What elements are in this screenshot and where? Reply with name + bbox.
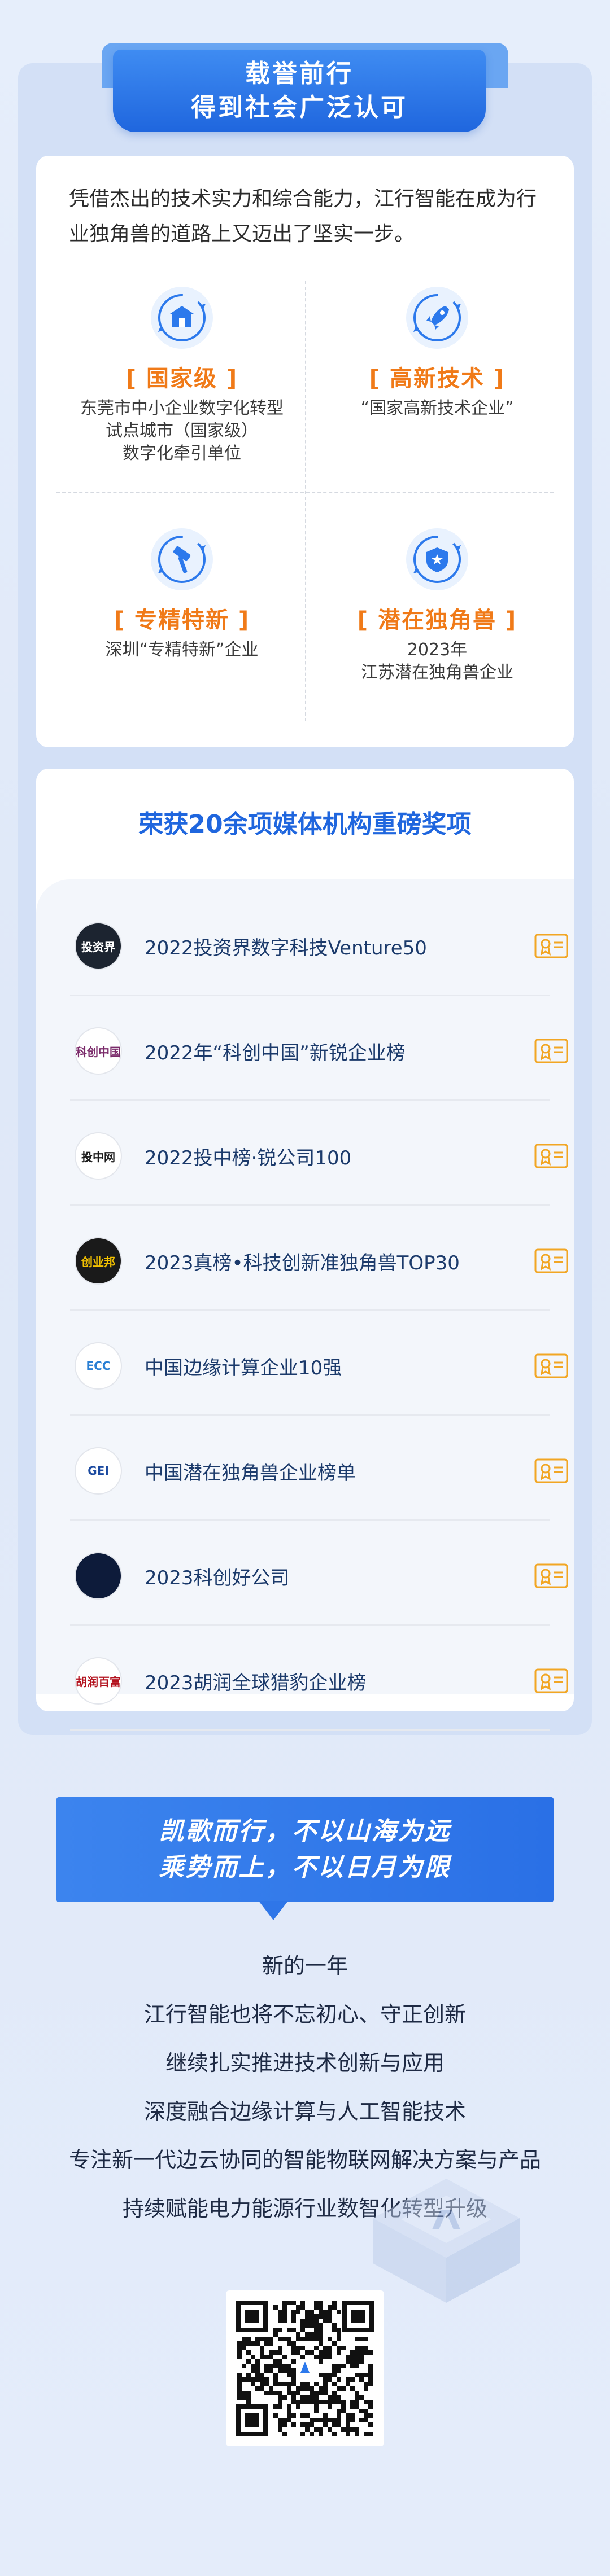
award-logo-icon: 投资界 (75, 922, 122, 970)
qr-code[interactable] (226, 2290, 384, 2446)
honor-title: [ 高新技术 ] (369, 366, 506, 392)
honor-desc-line: “国家高新技术企业” (360, 398, 514, 418)
slogan-line-2: 乘势而上，不以日月为限 (159, 1853, 451, 1882)
award-list: 投资界 2022投资界数字科技Venture50 科创中国 2022年“科创中国”新锐… (36, 879, 574, 1731)
award-logo-icon (75, 1552, 122, 1600)
grid-divider-horizontal (56, 492, 554, 493)
award-row: 胡润百富 2023胡润全球猎豹企业榜 (70, 1626, 568, 1731)
award-logo-icon: 创业邦 (75, 1237, 122, 1285)
honor-desc: 2023年 江苏潜在独角兽企业 (319, 639, 556, 684)
award-logo-icon: GEI (75, 1447, 122, 1495)
building-icon (151, 287, 213, 349)
slogan-pointer (259, 1901, 288, 1920)
section-header-ribbon: 载誉前行 得到社会广泛认可 (113, 50, 486, 132)
award-logo-icon: ECC (75, 1342, 122, 1390)
vision-line: 继续扎实推进技术创新与应用 (165, 2051, 445, 2075)
award-name: 中国潜在独角兽企业榜单 (145, 1462, 356, 1484)
award-name: 2023胡润全球猎豹企业榜 (145, 1672, 367, 1694)
vision-line: 新的一年 (262, 1953, 348, 1978)
award-name: 2023真榜•科技创新准独角兽TOP30 (145, 1252, 460, 1274)
vision-line: 江行智能也将不忘初心、守正创新 (143, 2002, 466, 2027)
honor-title: [ 国家级 ] (125, 366, 238, 392)
award-row: 投资界 2022投资界数字科技Venture50 (70, 891, 568, 996)
honor-desc-line: 2023年 (407, 640, 468, 660)
award-name: 中国边缘计算企业10强 (145, 1357, 342, 1379)
award-name: 2022投中榜·锐公司100 (145, 1147, 352, 1169)
award-name: 2023科创好公司 (145, 1567, 290, 1589)
honor-desc-line: 数字化牵引单位 (123, 444, 241, 463)
header-line-1: 载誉前行 (245, 59, 354, 88)
intro-text: 凭借杰出的技术实力和综合能力，江行智能在成为行业独角兽的道路上又迈出了坚实一步。 (69, 187, 537, 246)
honor-hightech: [ 高新技术 ] “国家高新技术企业” (319, 287, 556, 420)
honor-national: [ 国家级 ] 东莞市中小企业数字化转型 试点城市（国家级） 数字化牵引单位 (63, 287, 300, 465)
chip-building-illustration (373, 2179, 520, 2303)
award-row: 2023科创好公司 (70, 1521, 568, 1626)
hammer-icon (151, 528, 213, 590)
certificate-icon (534, 1144, 568, 1168)
slogan-line-1: 凯歌而行，不以山海为远 (159, 1817, 451, 1846)
honor-desc-line: 深圳“专精特新”企业 (105, 640, 259, 660)
honor-desc-line: 东莞市中小企业数字化转型 (80, 398, 284, 418)
grid-divider-vertical (305, 281, 306, 721)
honor-desc-line: 试点城市（国家级） (106, 421, 258, 441)
header-line-2: 得到社会广泛认可 (191, 93, 408, 122)
certificate-icon (534, 1039, 568, 1063)
award-row: 科创中国 2022年“科创中国”新锐企业榜 (70, 996, 568, 1101)
honor-title: [ 专精特新 ] (114, 607, 250, 633)
award-name: 2022投资界数字科技Venture50 (145, 937, 427, 960)
honors-card: 凭借杰出的技术实力和综合能力，江行智能在成为行业独角兽的道路上又迈出了坚实一步。… (36, 156, 574, 747)
certificate-icon (534, 1248, 568, 1273)
honor-desc: 东莞市中小企业数字化转型 试点城市（国家级） 数字化牵引单位 (63, 397, 300, 465)
award-row: GEI 中国潜在独角兽企业榜单 (70, 1416, 568, 1521)
certificate-icon (534, 1353, 568, 1378)
awards-title: 荣获20余项媒体机构重磅奖项 (138, 810, 472, 839)
honor-title: [ 潜在独角兽 ] (357, 607, 517, 633)
certificate-icon (534, 1563, 568, 1588)
honor-desc-line: 江苏潜在独角兽企业 (361, 663, 513, 682)
award-row: 创业邦 2023真榜•科技创新准独角兽TOP30 (70, 1206, 568, 1311)
awards-card: 荣获20余项媒体机构重磅奖项 投资界 2022投资界数字科技Venture50 科创… (36, 769, 574, 1731)
rocket-icon (406, 287, 468, 349)
certificate-icon (534, 934, 568, 958)
vision-line: 深度融合边缘计算与人工智能技术 (143, 2099, 466, 2124)
award-row: ECC 中国边缘计算企业10强 (70, 1311, 568, 1416)
certificate-icon (534, 1458, 568, 1483)
award-logo-icon: 胡润百富 (75, 1657, 122, 1705)
honor-desc: “国家高新技术企业” (319, 397, 556, 420)
certificate-icon (534, 1668, 568, 1693)
award-logo-icon: 科创中国 (75, 1027, 122, 1075)
qr-code-image (236, 2301, 374, 2436)
honor-specialized: [ 专精特新 ] 深圳“专精特新”企业 (63, 528, 300, 661)
award-name: 2022年“科创中国”新锐企业榜 (145, 1042, 406, 1064)
award-logo-icon: 投中网 (75, 1132, 122, 1180)
honor-desc: 深圳“专精特新”企业 (63, 639, 300, 661)
honor-unicorn: [ 潜在独角兽 ] 2023年 江苏潜在独角兽企业 (319, 528, 556, 684)
award-row: 投中网 2022投中榜·锐公司100 (70, 1101, 568, 1206)
shield-star-icon (406, 528, 468, 590)
slogan-banner: 凯歌而行，不以山海为远 乘势而上，不以日月为限 (56, 1797, 554, 1902)
